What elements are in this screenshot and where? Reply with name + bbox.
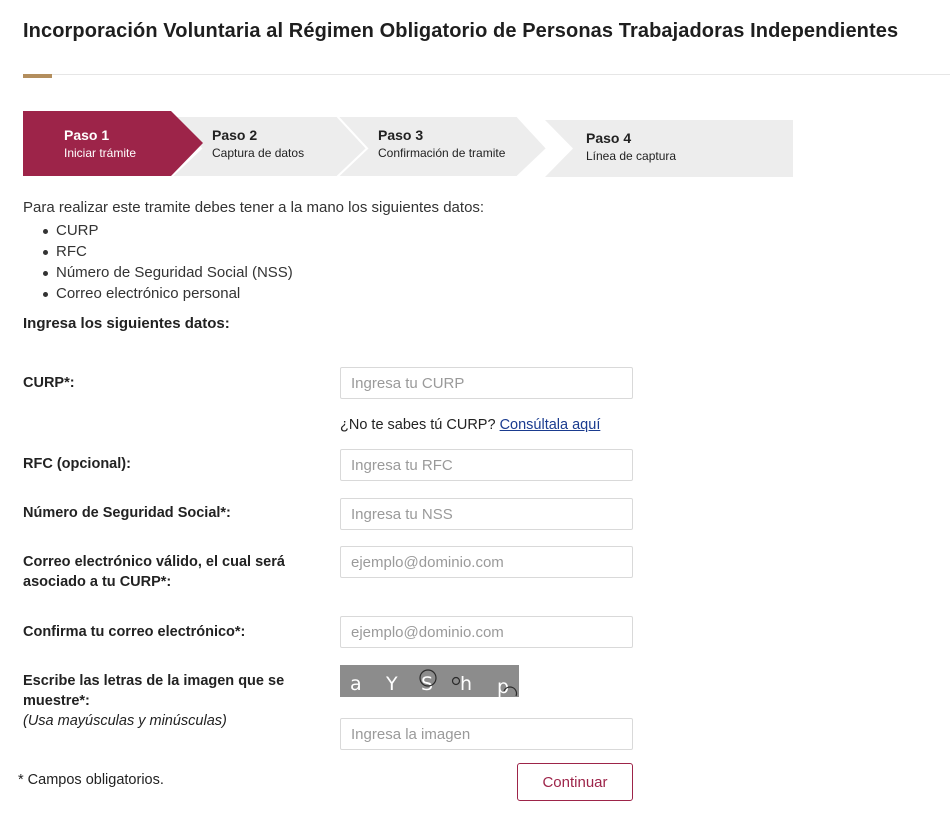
step-4: Paso 4 Línea de captura	[586, 130, 676, 163]
step-3: Paso 3 Confirmación de tramite	[378, 127, 505, 160]
intro-text: Para realizar este tramite debes tener a…	[23, 199, 485, 216]
step-1: Paso 1 Iniciar trámite	[64, 127, 136, 160]
list-item: RFC	[43, 241, 293, 262]
step-4-title: Paso 4	[586, 130, 632, 146]
captcha-letters: a Y S h p	[350, 669, 518, 698]
requirements-list: CURP RFC Número de Seguridad Social (NSS…	[43, 220, 293, 304]
nss-input[interactable]	[340, 498, 633, 530]
captcha-letter: p	[497, 676, 509, 697]
list-item: Número de Seguridad Social (NSS)	[43, 264, 293, 281]
list-item: Correo electrónico personal	[43, 283, 293, 304]
email-field[interactable]	[340, 546, 633, 578]
title-divider	[23, 74, 950, 75]
captcha-label: Escribe las letras de la imagen que se m…	[23, 671, 323, 731]
curp-label: CURP*:	[23, 375, 75, 391]
rfc-input[interactable]	[340, 449, 633, 481]
required-fields-note: * Campos obligatorios.	[18, 772, 164, 788]
consult-curp-link[interactable]: Consúltala aquí	[500, 417, 601, 433]
step-1-title: Paso 1	[64, 127, 110, 143]
captcha-letter: h	[460, 673, 472, 695]
captcha-letter: Y	[385, 673, 398, 695]
step-2-title: Paso 2	[212, 127, 258, 143]
captcha-input[interactable]	[340, 718, 633, 750]
captcha-letter: a	[350, 673, 362, 695]
curp-help-text: ¿No te sabes tú CURP?	[340, 417, 496, 433]
step-progress: Paso 1 Iniciar trámite Paso 2 Captura de…	[23, 111, 793, 177]
step-2-subtitle: Captura de datos	[212, 146, 305, 160]
curp-input[interactable]	[340, 367, 633, 399]
rfc-label: RFC (opcional):	[23, 456, 131, 472]
step-3-title: Paso 3	[378, 127, 424, 143]
captcha-hint: (Usa mayúsculas y minúsculas)	[23, 713, 227, 729]
email-confirm-label: Confirma tu correo electrónico*:	[23, 624, 246, 640]
email-confirm-field[interactable]	[340, 616, 633, 648]
captcha-label-text: Escribe las letras de la imagen que se m…	[23, 673, 285, 709]
nss-label: Número de Seguridad Social*:	[23, 505, 231, 521]
title-accent-bar	[23, 74, 52, 78]
captcha-image: a Y S h p	[340, 665, 519, 698]
step-4-subtitle: Línea de captura	[586, 149, 677, 163]
continue-button[interactable]: Continuar	[517, 763, 633, 801]
step-3-subtitle: Confirmación de tramite	[378, 146, 506, 160]
form-heading: Ingresa los siguientes datos:	[23, 315, 230, 332]
list-item: CURP	[43, 220, 293, 241]
step-2: Paso 2 Captura de datos	[212, 127, 304, 160]
email-label: Correo electrónico válido, el cual será …	[23, 554, 285, 590]
captcha-noise-circle	[451, 676, 461, 686]
step-1-subtitle: Iniciar trámite	[64, 146, 137, 160]
curp-help: ¿No te sabes tú CURP? Consúltala aquí	[340, 417, 600, 433]
page-title: Incorporación Voluntaria al Régimen Obli…	[23, 20, 899, 42]
